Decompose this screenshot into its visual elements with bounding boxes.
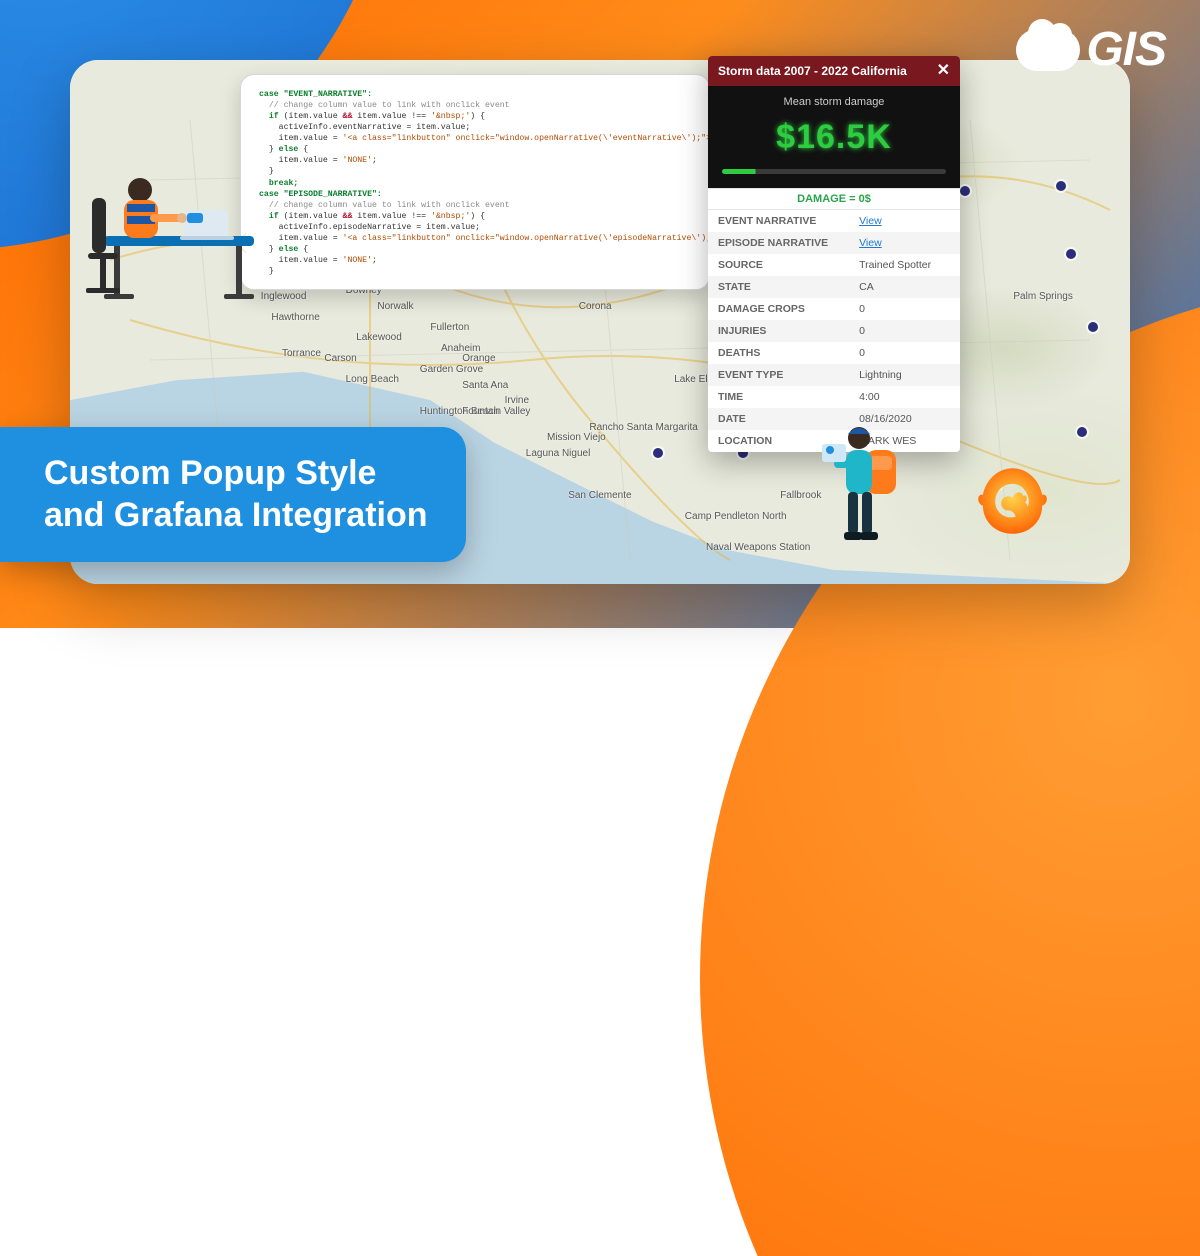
city-label: Fountain Valley <box>462 406 530 417</box>
attr-row: EPISODE NARRATIVE View <box>708 232 960 254</box>
cloud-icon <box>1016 29 1080 71</box>
attr-row: SOURCE Trained Spotter <box>708 254 960 276</box>
map-marker[interactable] <box>1088 322 1098 332</box>
attr-row: STATE CA <box>708 276 960 298</box>
attr-row: DAMAGE CROPS 0 <box>708 298 960 320</box>
city-label: Long Beach <box>346 374 399 385</box>
city-label: Inglewood <box>261 291 307 302</box>
damage-summary: DAMAGE = 0$ <box>708 188 960 210</box>
city-label: Torrance <box>282 348 321 359</box>
city-label: San Clemente <box>568 490 631 501</box>
city-label: Naval Weapons Station <box>706 542 810 553</box>
city-label: Santa Ana <box>462 380 508 391</box>
grafana-logo-icon <box>972 462 1050 540</box>
view-link[interactable]: View <box>859 215 882 227</box>
attr-value: 4:00 <box>859 391 879 403</box>
city-label: Lakewood <box>356 332 402 343</box>
city-label: Fullerton <box>430 322 469 333</box>
attr-row: TIME 4:00 <box>708 386 960 408</box>
attr-row: DEATHS 0 <box>708 342 960 364</box>
hero-title-banner: Custom Popup Style and Grafana Integrati… <box>0 427 466 562</box>
grafana-gauge-panel: Mean storm damage $16.5K <box>708 86 960 188</box>
map-marker[interactable] <box>1066 249 1076 259</box>
city-label: Garden Grove <box>420 364 483 375</box>
popup-title: Storm data 2007 - 2022 California <box>718 64 907 78</box>
popup-header: Storm data 2007 - 2022 California ✕ <box>708 56 960 86</box>
attr-key: EPISODE NARRATIVE <box>708 232 849 254</box>
gis-cloud-logo: GIS <box>1016 22 1166 77</box>
attr-key: SOURCE <box>708 254 849 276</box>
attr-key: TIME <box>708 386 849 408</box>
map-marker[interactable] <box>1077 427 1087 437</box>
city-label: Norwalk <box>377 301 413 312</box>
city-label: Hawthorne <box>271 312 319 323</box>
gauge-title: Mean storm damage <box>708 96 960 108</box>
storm-data-popup: Storm data 2007 - 2022 California ✕ Mean… <box>708 56 960 452</box>
field-surveyor-illustration <box>820 416 910 556</box>
city-label: Carson <box>324 353 356 364</box>
attr-row: EVENT NARRATIVE View <box>708 210 960 232</box>
attr-row: INJURIES 0 <box>708 320 960 342</box>
city-label: Orange <box>462 353 495 364</box>
attr-value: CA <box>859 281 874 293</box>
city-label: Fallbrook <box>780 490 821 501</box>
view-link[interactable]: View <box>859 237 882 249</box>
gauge-value: $16.5K <box>708 118 960 157</box>
desk-developer-illustration <box>84 158 264 308</box>
close-icon[interactable]: ✕ <box>937 63 950 79</box>
city-label: Corona <box>579 301 612 312</box>
title-line-2: and Grafana Integration <box>44 496 428 534</box>
city-label: Camp Pendleton North <box>685 511 787 522</box>
map-marker[interactable] <box>653 448 663 458</box>
attr-value: 0 <box>859 347 865 359</box>
attr-key: EVENT NARRATIVE <box>708 210 849 232</box>
gauge-bar <box>722 169 946 174</box>
attr-key: STATE <box>708 276 849 298</box>
map-marker[interactable] <box>1056 181 1066 191</box>
attr-value: Trained Spotter <box>859 259 931 271</box>
attr-value: Lightning <box>859 369 902 381</box>
city-label: Mission Viejo <box>547 432 606 443</box>
attr-value: 0 <box>859 303 865 315</box>
attr-key: INJURIES <box>708 320 849 342</box>
gis-logo-text: GIS <box>1086 22 1166 77</box>
title-line-1: Custom Popup Style <box>44 454 376 492</box>
attr-key: DAMAGE CROPS <box>708 298 849 320</box>
city-label: Laguna Niguel <box>526 448 591 459</box>
attr-row: EVENT TYPE Lightning <box>708 364 960 386</box>
attr-value: 0 <box>859 325 865 337</box>
city-label: Palm Springs <box>1013 291 1072 302</box>
attr-key: DEATHS <box>708 342 849 364</box>
code-snippet-bubble: case "EVENT_NARRATIVE": // change column… <box>240 74 710 290</box>
city-label: Rancho Santa Margarita <box>589 422 697 433</box>
city-label: Irvine <box>505 395 529 406</box>
attr-key: EVENT TYPE <box>708 364 849 386</box>
